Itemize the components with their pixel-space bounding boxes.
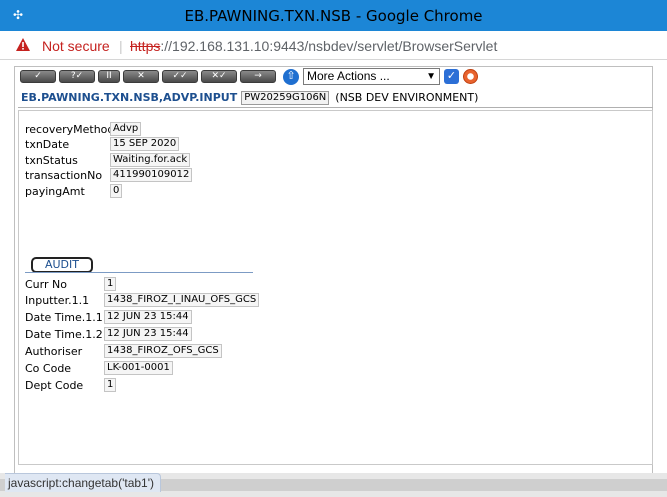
field-value-txn-status: Waiting.for.ack	[110, 153, 191, 167]
audit-value-inputter: 1438_FIROZ_I_INAU_OFS_GCS	[104, 293, 260, 307]
reverse-button[interactable]: ✕✓	[201, 70, 237, 83]
record-panel: recoveryMethod Advp txnDate 15 SEP 2020 …	[18, 110, 653, 465]
field-label: txnStatus	[25, 153, 78, 167]
help-lifebuoy-icon[interactable]	[463, 69, 478, 84]
url-field[interactable]: https://192.168.131.10:9443/nsbdev/servl…	[130, 38, 497, 54]
field-row-txn-status: txnStatus	[25, 153, 78, 167]
field-label: transactionNo	[25, 168, 103, 182]
audit-label: Authoriser	[25, 344, 83, 358]
commit-button[interactable]: ✓	[20, 70, 56, 83]
next-button[interactable]: →	[240, 70, 276, 83]
audit-row-co-code: Co Code	[25, 361, 71, 375]
tab-underline	[25, 272, 253, 273]
transaction-toolbar: ✓ ?✓ II ✕ ✓✓ ✕✓ → ⇧ More Actions ... ▼ ✓	[20, 68, 478, 85]
go-checkmark-icon[interactable]: ✓	[444, 69, 459, 84]
field-row-txn-date: txnDate	[25, 137, 69, 151]
application-header: EB.PAWNING.TXN.NSB,ADVP.INPUT PW20259G10…	[21, 90, 478, 105]
more-actions-select[interactable]: More Actions ... ▼	[303, 68, 440, 85]
audit-row-date-time-1: Date Time.1.1	[25, 310, 103, 324]
audit-row-authoriser: Authoriser	[25, 344, 82, 358]
field-row-paying-amt: payingAmt	[25, 184, 85, 198]
audit-value-date-time-2: 12 JUN 23 15:44	[104, 327, 192, 341]
warning-icon[interactable]	[15, 37, 31, 53]
field-row-recovery-method: recoveryMethod	[25, 122, 114, 136]
window-title-bar: ✣ EB.PAWNING.TXN.NSB - Google Chrome	[0, 0, 667, 31]
audit-row-dept-code: Dept Code	[25, 378, 83, 392]
url-path: ://192.168.131.10:9443/nsbdev/servlet/Br…	[160, 38, 498, 54]
audit-row-date-time-2: Date Time.1.2	[25, 327, 103, 341]
audit-value-dept-code: 1	[104, 378, 117, 392]
tab-audit[interactable]: AUDIT	[31, 257, 93, 273]
transaction-id-field[interactable]: PW20259G106N	[241, 90, 330, 105]
field-row-transaction-no: transactionNo	[25, 168, 102, 182]
header-divider	[18, 107, 653, 108]
field-value-paying-amt: 0	[110, 184, 123, 198]
more-actions-label: More Actions ...	[307, 69, 390, 83]
url-scheme: https	[130, 38, 161, 54]
address-separator: |	[119, 38, 123, 54]
delete-button[interactable]: ✕	[123, 70, 159, 83]
hold-button[interactable]: II	[98, 70, 120, 83]
authorise-button[interactable]: ✓✓	[162, 70, 198, 83]
audit-value-authoriser: 1438_FIROZ_OFS_GCS	[104, 344, 222, 358]
page-viewport: ✓ ?✓ II ✕ ✓✓ ✕✓ → ⇧ More Actions ... ▼ ✓…	[0, 60, 667, 497]
audit-label: Co Code	[25, 361, 72, 375]
audit-row-curr-no: Curr No	[25, 277, 67, 291]
environment-label: (NSB DEV ENVIRONMENT)	[335, 91, 479, 104]
address-bar[interactable]: Not secure | https://192.168.131.10:9443…	[0, 31, 667, 60]
audit-value-date-time-1: 12 JUN 23 15:44	[104, 310, 192, 324]
not-secure-label[interactable]: Not secure	[42, 38, 110, 54]
audit-label: Dept Code	[25, 378, 84, 392]
audit-value-co-code: LK-001-0001	[104, 361, 173, 375]
field-value-transaction-no: 411990109012	[110, 168, 193, 182]
window-title: EB.PAWNING.TXN.NSB - Google Chrome	[184, 7, 483, 25]
status-bar: javascript:changetab('tab1')	[0, 473, 667, 497]
audit-label: Inputter.1.1	[25, 293, 90, 307]
chevron-down-icon: ▼	[426, 71, 436, 82]
field-value-txn-date: 15 SEP 2020	[110, 137, 180, 151]
audit-label: Date Time.1.2	[25, 327, 103, 341]
back-up-icon[interactable]: ⇧	[283, 68, 299, 85]
field-label: payingAmt	[25, 184, 85, 198]
audit-row-inputter: Inputter.1.1	[25, 293, 89, 307]
field-label: recoveryMethod	[25, 122, 115, 136]
audit-value-curr-no: 1	[104, 277, 117, 291]
field-label: txnDate	[25, 137, 70, 151]
audit-label: Curr No	[25, 277, 67, 291]
audit-label: Date Time.1.1	[25, 310, 103, 324]
application-name: EB.PAWNING.TXN.NSB,ADVP.INPUT	[21, 91, 238, 104]
link-status-text: javascript:changetab('tab1')	[5, 473, 161, 492]
field-value-recovery-method: Advp	[110, 122, 142, 136]
validate-button[interactable]: ?✓	[59, 70, 95, 83]
